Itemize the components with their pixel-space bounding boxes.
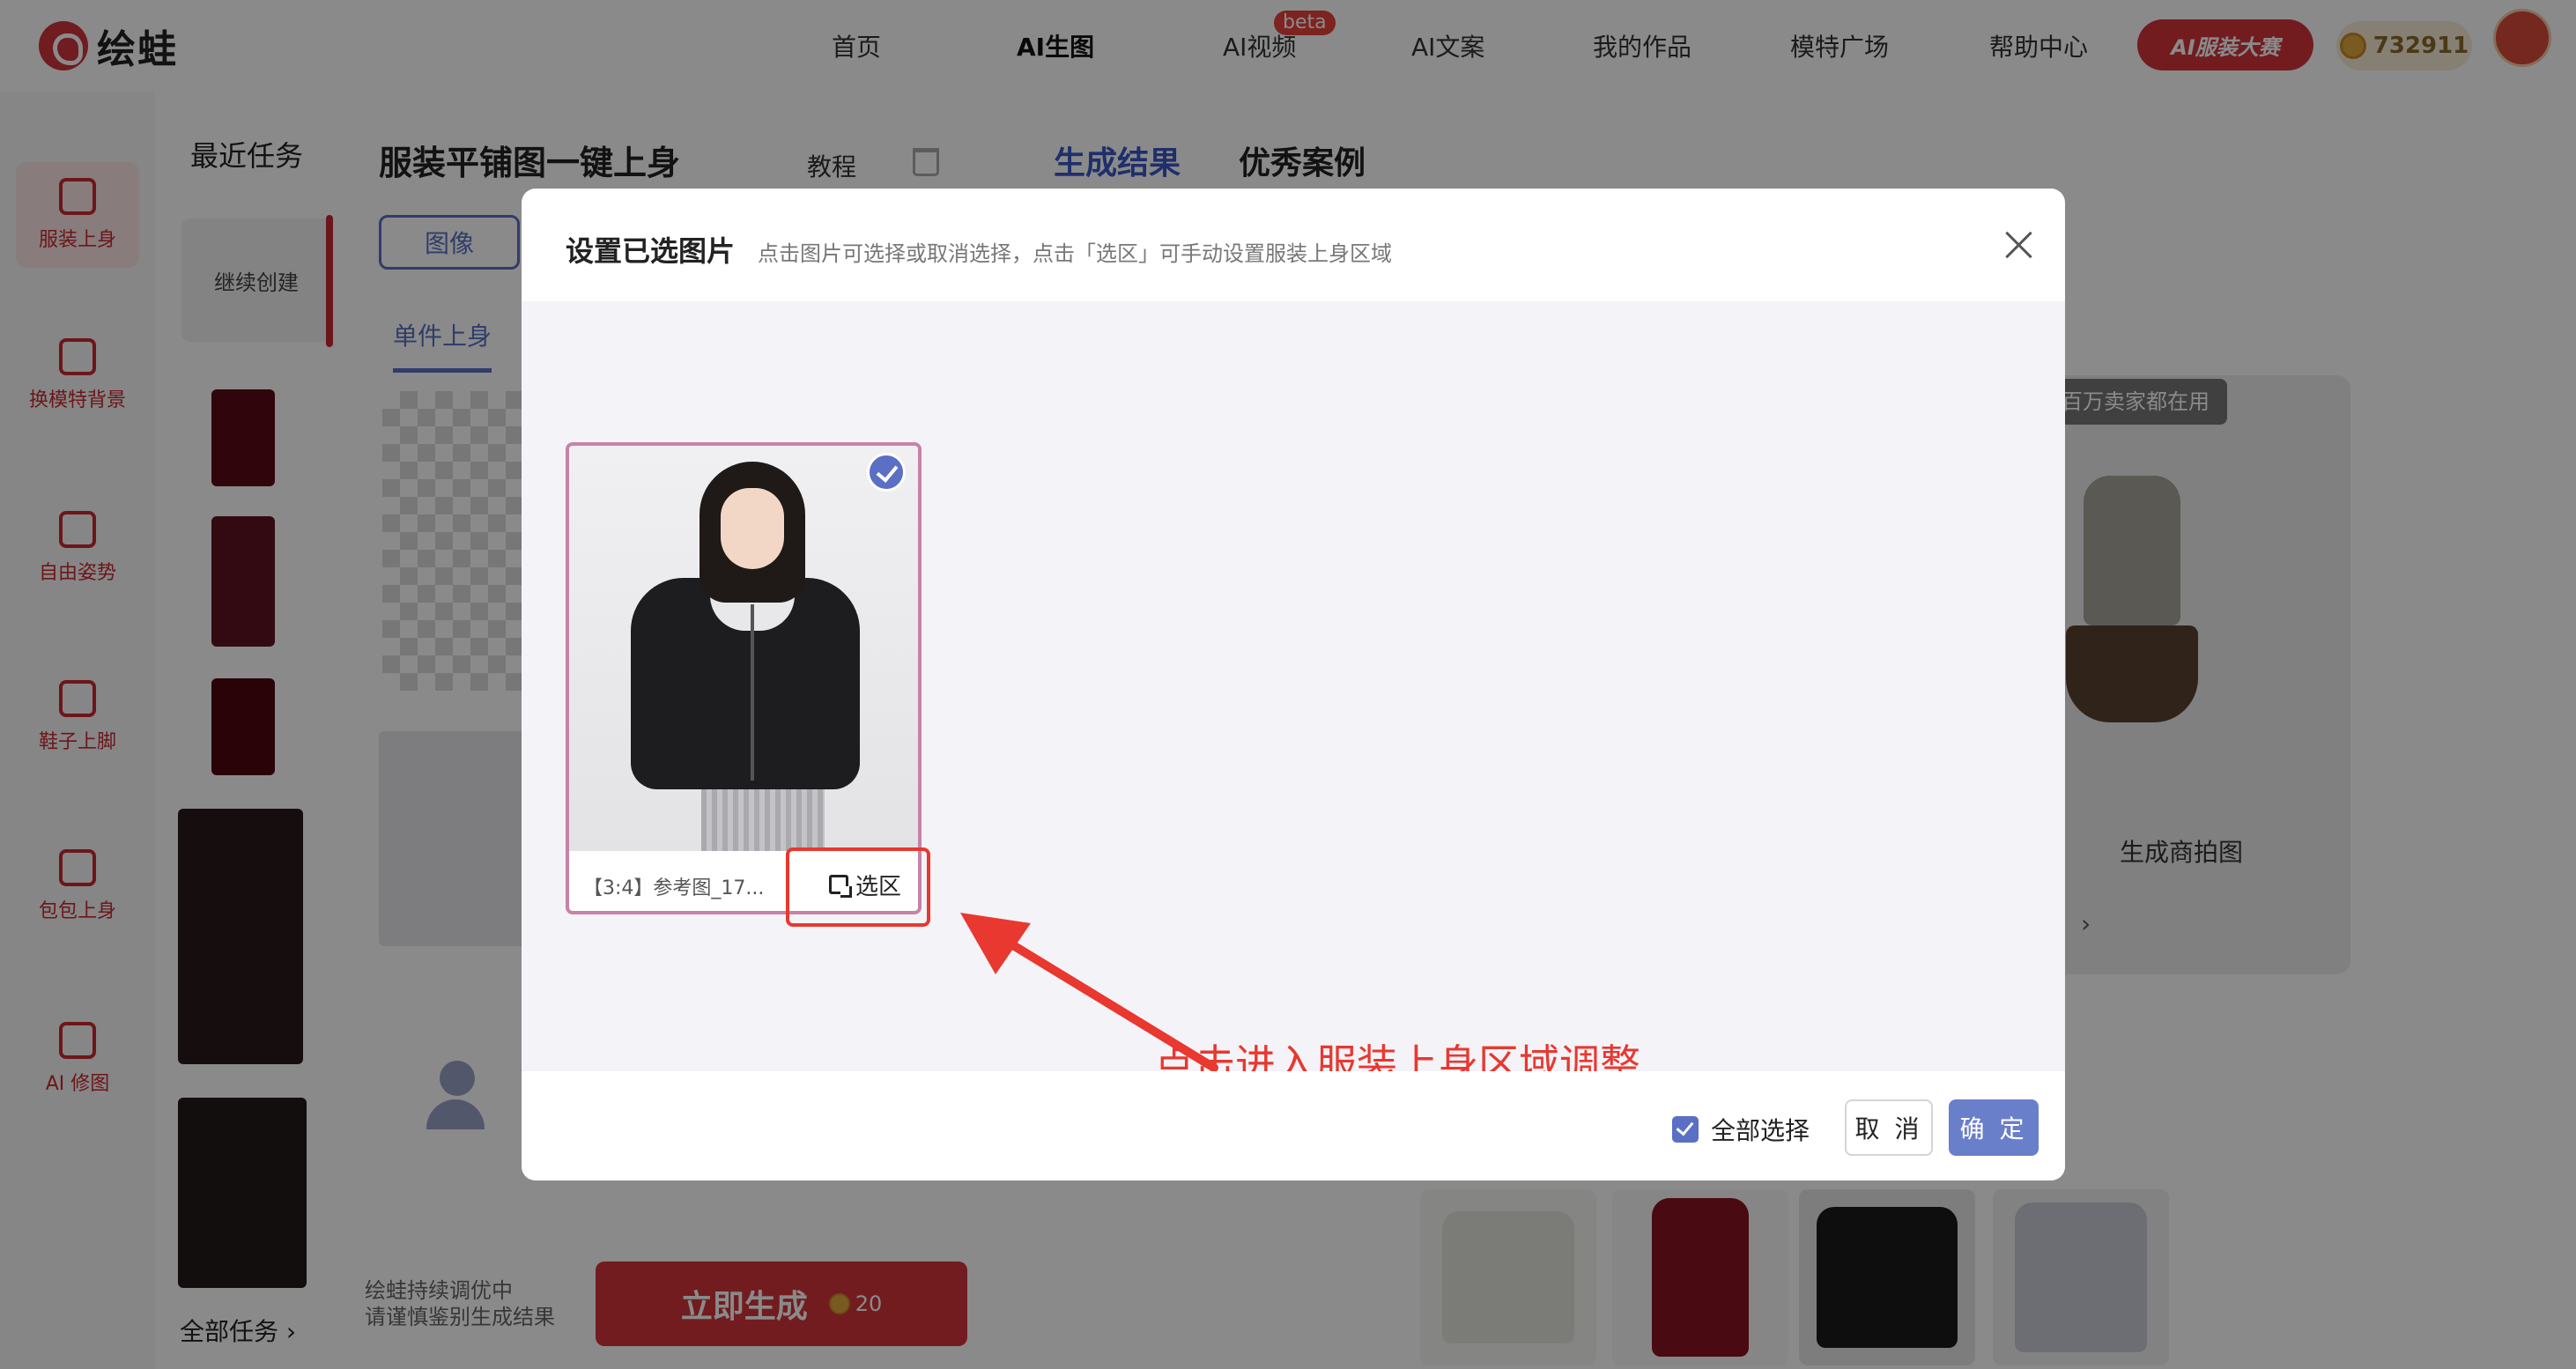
confirm-button[interactable]: 确 定 <box>1949 1099 2039 1156</box>
image-caption: 【3:4】参考图_17... <box>583 877 765 899</box>
modal-footer: 全部选择 取 消 确 定 <box>522 1071 2065 1180</box>
confirm-label: 确 定 <box>1959 1114 2028 1143</box>
highlight-box <box>786 847 930 927</box>
check-icon[interactable] <box>867 453 906 492</box>
selected-images-modal: 设置已选图片 点击图片可选择或取消选择，点击「选区」可手动设置服装上身区域 【3… <box>522 189 2065 1180</box>
selected-image-card[interactable]: 【3:4】参考图_17... 选区 <box>566 442 922 914</box>
modal-subtitle: 点击图片可选择或取消选择，点击「选区」可手动设置服装上身区域 <box>758 241 1392 266</box>
select-all-checkbox[interactable]: 全部选择 <box>1672 1112 1810 1147</box>
modal-header: 设置已选图片 点击图片可选择或取消选择，点击「选区」可手动设置服装上身区域 <box>522 189 2065 301</box>
modal-title: 设置已选图片 <box>566 234 736 268</box>
model-photo[interactable] <box>569 446 918 851</box>
checkbox-checked-icon[interactable] <box>1672 1116 1699 1143</box>
cancel-button[interactable]: 取 消 <box>1845 1099 1933 1156</box>
select-all-label: 全部选择 <box>1711 1116 1810 1145</box>
cancel-label: 取 消 <box>1854 1114 1923 1143</box>
close-icon[interactable] <box>2002 227 2037 263</box>
modal-body: 【3:4】参考图_17... 选区 点击进入服装上身区域调整 <box>522 301 2065 1088</box>
